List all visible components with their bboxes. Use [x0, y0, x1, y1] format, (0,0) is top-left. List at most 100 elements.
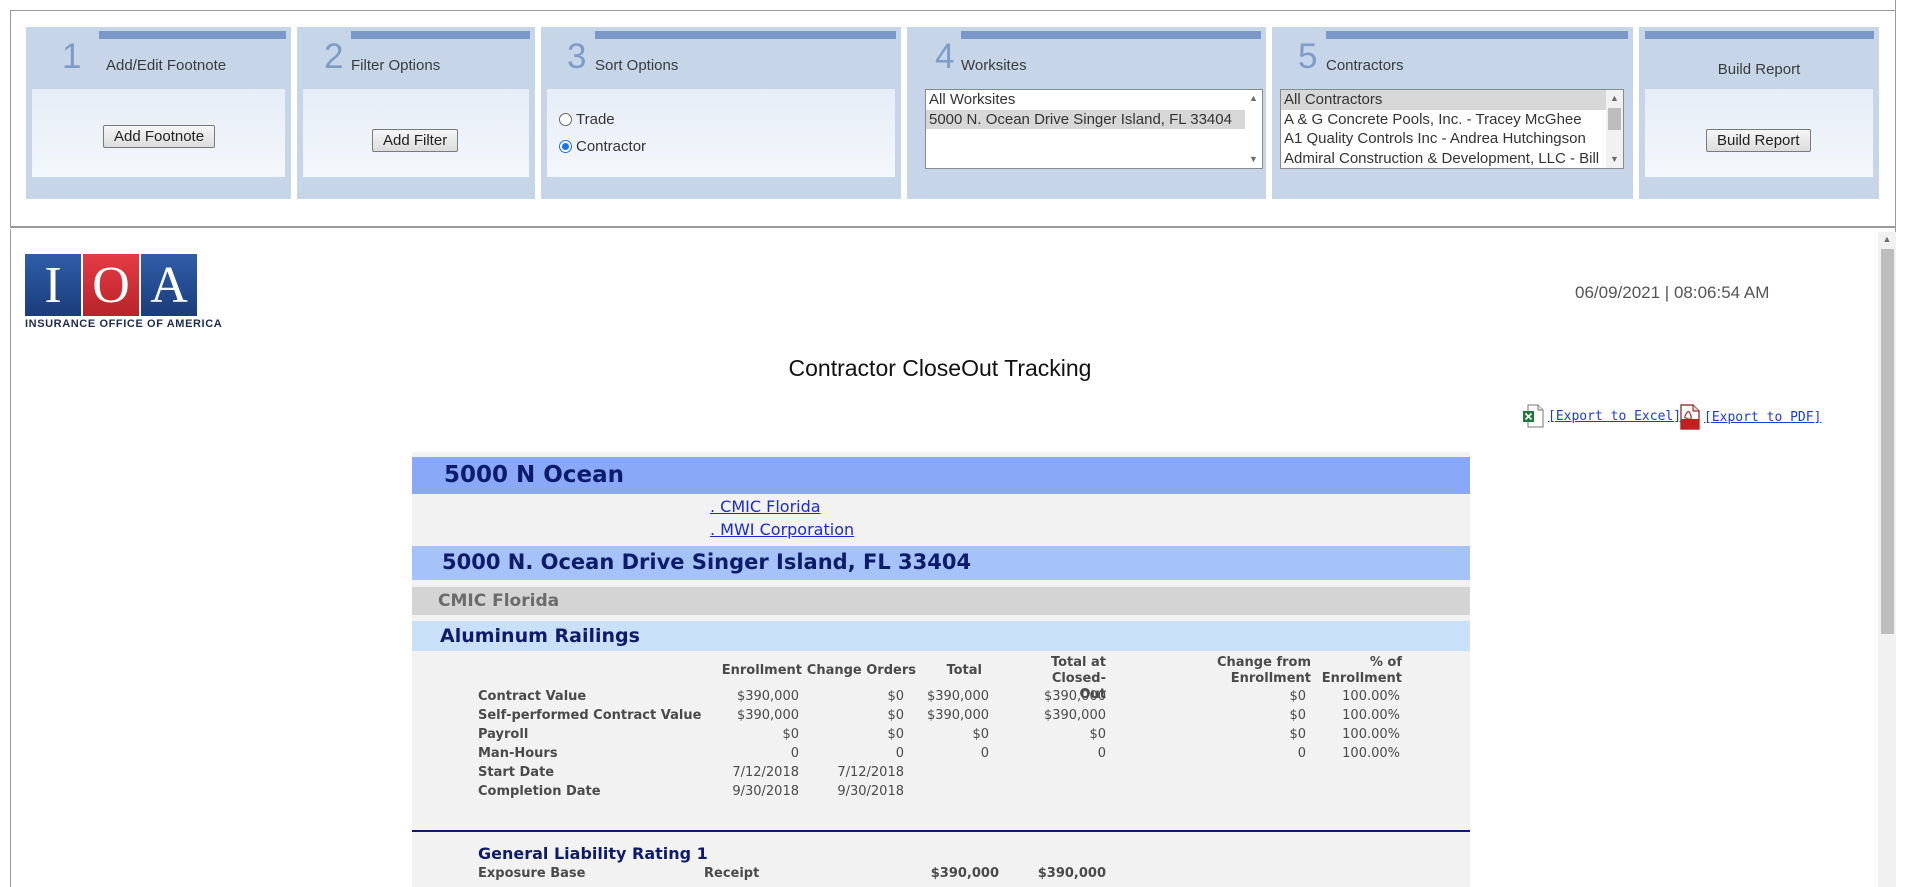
step-number: 2 — [324, 37, 344, 76]
build-report-button[interactable]: Build Report — [1706, 129, 1811, 152]
cell-total-closed-out: 0 — [1097, 746, 1106, 761]
logo-letter: O — [83, 254, 139, 316]
scroll-up-icon[interactable]: ▲ — [1878, 234, 1896, 248]
gl-rating-title: General Liability Rating 1 — [478, 844, 708, 863]
export-excel-link[interactable]: [Export to Excel] — [1522, 404, 1681, 428]
step-sort-options: 3 Sort Options Trade Contractor — [541, 27, 901, 199]
step-title: Sort Options — [595, 57, 679, 74]
step-body: Trade Contractor — [547, 89, 895, 177]
cell-total-closed-out: $0 — [1089, 727, 1106, 742]
scroll-down-icon[interactable]: ▼ — [1606, 151, 1623, 168]
logo-letter: I — [25, 254, 81, 316]
report-options-toolbar: 1 Add/Edit Footnote Add Footnote 2 Filte… — [10, 10, 1896, 228]
step-title: Add/Edit Footnote — [106, 57, 227, 74]
trade-name: Aluminum Railings — [440, 625, 640, 647]
step-number: 5 — [1298, 37, 1318, 76]
step-number: 4 — [935, 37, 955, 76]
project-name: 5000 N Ocean — [444, 462, 624, 488]
step-header-bar — [99, 31, 286, 39]
trade-radio-label: Trade — [576, 111, 615, 128]
trade-radio[interactable] — [559, 113, 572, 126]
cell-total: 0 — [980, 746, 989, 761]
contractors-scrollbar[interactable]: ▲ ▼ — [1606, 90, 1623, 168]
cell-percent-enrollment: 100.00% — [1342, 689, 1400, 704]
column-header-change-orders: Change Orders — [806, 663, 916, 678]
contractor-radio[interactable] — [559, 140, 572, 153]
cell-enrollment: $390,000 — [736, 708, 799, 723]
sort-option-trade[interactable]: Trade — [559, 111, 615, 128]
cell-total: $390,000 — [926, 689, 989, 704]
excel-file-icon — [1523, 404, 1544, 428]
project-header: 5000 N Ocean — [412, 457, 1470, 494]
cell-total: $390,000 — [926, 708, 989, 723]
contractor-option[interactable]: A & G Concrete Pools, Inc. - Tracey McGh… — [1281, 110, 1623, 130]
row-label: Contract Value — [478, 689, 587, 704]
contractor-header: CMIC Florida — [412, 587, 1470, 615]
row-label: Start Date — [478, 765, 555, 780]
scroll-up-icon[interactable]: ▲ — [1245, 90, 1262, 107]
cell-change-orders: 9/30/2018 — [837, 784, 904, 799]
cell-percent-enrollment: 100.00% — [1342, 708, 1400, 723]
column-header-enrollment: Enrollment — [721, 663, 802, 678]
cell-change-orders: 0 — [895, 746, 904, 761]
scroll-up-icon[interactable]: ▲ — [1606, 90, 1623, 107]
worksites-scrollbar[interactable]: ▲ ▼ — [1245, 90, 1262, 168]
cell-total-closed-out: $390,000 — [1043, 708, 1106, 723]
contractor-radio-label: Contractor — [576, 138, 647, 155]
contractor-name: CMIC Florida — [438, 591, 560, 611]
cell-total-closed-out: $390,000 — [1043, 689, 1106, 704]
contractor-link-mwi[interactable]: . MWI Corporation — [710, 520, 854, 539]
cell-change-orders: $0 — [887, 708, 904, 723]
step-build-report: Build Report Build Report — [1639, 27, 1879, 199]
row-label: Man-Hours — [478, 746, 558, 761]
cell-percent-enrollment: 100.00% — [1342, 746, 1400, 761]
cell-change-orders: 7/12/2018 — [837, 765, 904, 780]
cell-enrollment: 0 — [790, 746, 799, 761]
step-title: Contractors — [1326, 57, 1404, 74]
gl-exposure-basis: Receipt — [704, 866, 760, 881]
export-pdf-label: [Export to PDF] — [1704, 409, 1822, 425]
add-filter-button[interactable]: Add Filter — [372, 129, 459, 152]
add-footnote-button[interactable]: Add Footnote — [103, 125, 216, 148]
step-body: Build Report — [1645, 89, 1873, 177]
contractor-option[interactable]: All Contractors — [1281, 90, 1606, 110]
column-header-total: Total — [946, 663, 982, 678]
contractor-option[interactable]: A1 Quality Controls Inc - Andrea Hutchin… — [1281, 129, 1623, 149]
cell-change-from-enrollment: $0 — [1289, 689, 1306, 704]
step-number: 3 — [567, 37, 587, 76]
scroll-thumb[interactable] — [1881, 249, 1894, 634]
cell-enrollment: 9/30/2018 — [732, 784, 799, 799]
step-header-bar — [351, 31, 530, 39]
gl-exposure-label: Exposure Base — [478, 866, 586, 881]
column-header-percent-enrollment: % of Enrollment — [1321, 655, 1402, 686]
report-frame-border — [10, 229, 11, 887]
step-header-bar — [1326, 31, 1628, 39]
step-title: Worksites — [961, 57, 1027, 74]
sort-option-contractor[interactable]: Contractor — [559, 138, 646, 155]
logo-tagline: INSURANCE OFFICE OF AMERICA — [25, 318, 223, 330]
contractor-link-cmic[interactable]: . CMIC Florida — [710, 497, 821, 516]
cell-total: $0 — [972, 727, 989, 742]
scroll-thumb[interactable] — [1608, 108, 1621, 130]
contractors-listbox[interactable]: All Contractors A & G Concrete Pools, In… — [1280, 89, 1624, 169]
report-scrollbar[interactable]: ▲ — [1878, 232, 1896, 887]
scroll-down-icon[interactable]: ▼ — [1245, 151, 1262, 168]
ioa-logo: I O A INSURANCE OFFICE OF AMERICA — [25, 254, 222, 334]
worksite-header: 5000 N. Ocean Drive Singer Island, FL 33… — [412, 546, 1470, 580]
pdf-file-icon — [1680, 404, 1700, 430]
step-header-bar — [1645, 31, 1874, 39]
export-pdf-link[interactable]: [Export to PDF] — [1678, 404, 1821, 430]
worksite-name: 5000 N. Ocean Drive Singer Island, FL 33… — [442, 550, 972, 574]
report-content: 5000 N Ocean . CMIC Florida . MWI Corpor… — [412, 452, 1470, 887]
cell-enrollment: $390,000 — [736, 689, 799, 704]
trade-header: Aluminum Railings — [412, 621, 1470, 651]
step-header-bar — [595, 31, 896, 39]
gl-exposure-closed: $390,000 — [1037, 866, 1106, 881]
contractor-option[interactable]: Admiral Construction & Development, LLC … — [1281, 149, 1623, 169]
worksite-option[interactable]: All Worksites — [926, 90, 1262, 110]
report-timestamp: 06/09/2021 | 08:06:54 AM — [1575, 283, 1770, 302]
worksites-listbox[interactable]: All Worksites 5000 N. Ocean Drive Singer… — [925, 89, 1263, 169]
step-header-bar — [961, 31, 1261, 39]
worksite-option[interactable]: 5000 N. Ocean Drive Singer Island, FL 33… — [926, 109, 1246, 129]
step-number: 1 — [62, 37, 82, 76]
